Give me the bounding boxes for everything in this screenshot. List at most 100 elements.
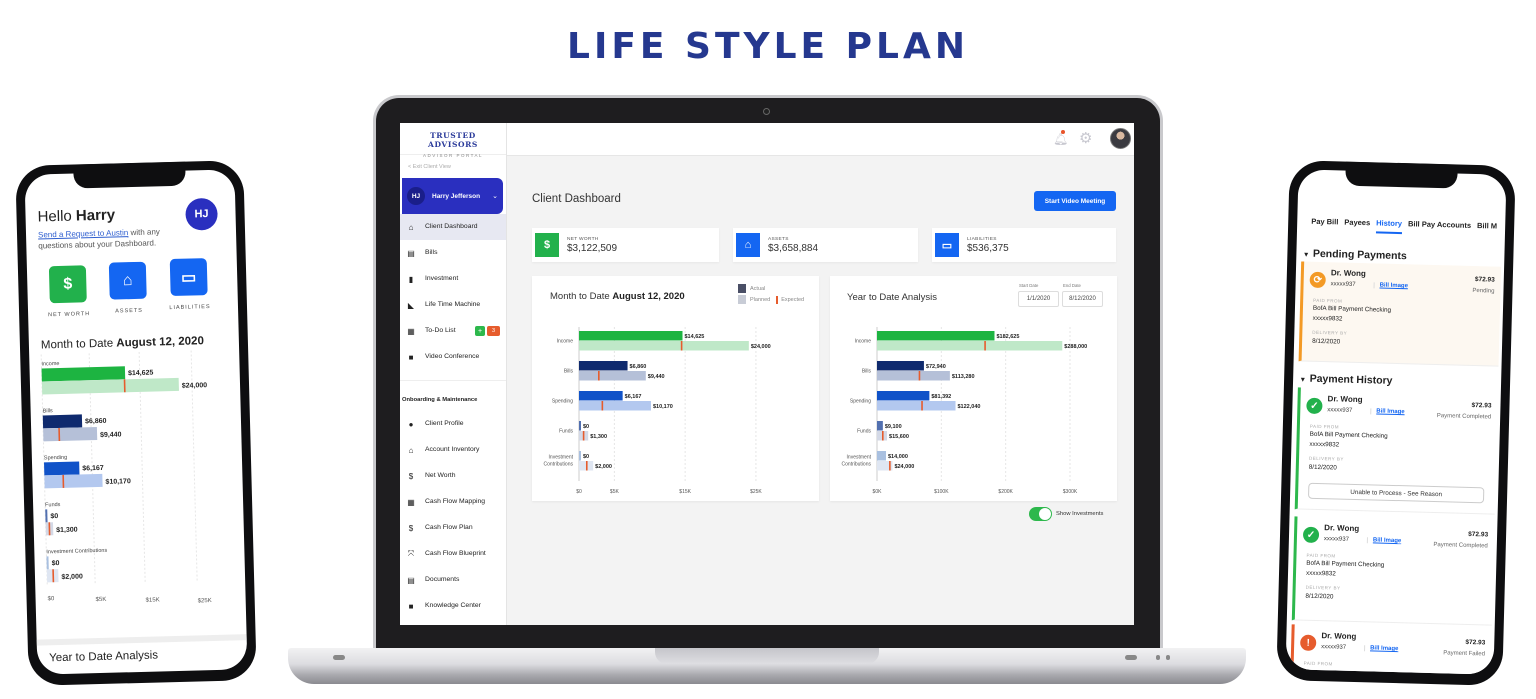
bar-planned[interactable]	[579, 341, 749, 351]
payment-card[interactable]: ! Dr. Wong xxxxx937 Bill Image $72.93 Payment…	[1290, 624, 1492, 675]
bar-planned[interactable]	[877, 341, 1063, 351]
sidebar-item-cash-flow-blueprint[interactable]: ⤧ Cash Flow Blueprint	[400, 541, 506, 567]
sidebar-item-cash-flow-mapping[interactable]: ▦ Cash Flow Mapping	[400, 489, 506, 515]
bar-planned[interactable]	[877, 371, 950, 381]
bill-image-link[interactable]: Bill Image	[1373, 282, 1409, 290]
data-label-planned: $24,000	[751, 344, 771, 350]
data-label-actual: $9,100	[885, 424, 902, 430]
bar-actual[interactable]	[579, 451, 581, 461]
tile-assets[interactable]: ⌂	[108, 261, 147, 300]
payment-card[interactable]: ✓ Dr. Wong xxxxx937 Bill Image $72.93 Payment…	[1294, 387, 1498, 515]
client-selector[interactable]: HJ Harry Jefferson ⌄	[402, 178, 503, 214]
sidebar-item-knowledge-center[interactable]: ■ Knowledge Center	[400, 593, 506, 619]
bill-image-link[interactable]: Bill Image	[1366, 537, 1402, 545]
sidebar-item-life-time-machine[interactable]: ◣ Life Time Machine	[400, 292, 506, 318]
home-icon: ⌂	[736, 233, 760, 257]
data-label-planned: $113,280	[952, 374, 975, 380]
bank-icon: ⌂	[408, 445, 414, 455]
sidebar-item-client-profile[interactable]: ● Client Profile	[400, 411, 506, 437]
bar-actual[interactable]	[45, 509, 48, 523]
client-name: Harry Jefferson	[432, 192, 481, 200]
gear-icon[interactable]: ⚙	[1079, 129, 1092, 147]
kpi-liabilities[interactable]: ▭ LIABILITIES $536,375	[932, 228, 1116, 262]
tab-bill-pay-accounts[interactable]: Bill Pay Accounts	[1408, 219, 1471, 230]
send-request-link[interactable]: Send a Request to Austin	[38, 228, 129, 239]
laptop-port	[1125, 655, 1137, 660]
page: LIFE STYLE PLAN TRUSTED ADVISORS ADVISOR…	[0, 0, 1536, 699]
payment-status: Payment Failed	[1443, 650, 1486, 658]
pending-icon: ⟳	[1309, 271, 1326, 289]
payment-history-header[interactable]: ▾ Payment History	[1301, 373, 1393, 387]
show-investments-label: Show Investments	[1056, 511, 1104, 517]
bar-actual[interactable]	[46, 556, 49, 570]
laptop-camera	[763, 108, 770, 115]
greeting: Hello Harry	[37, 206, 115, 225]
bar-actual[interactable]	[877, 391, 930, 401]
bar-actual[interactable]	[579, 421, 581, 431]
greeting-name: Harry	[75, 206, 116, 225]
mtd-title-prefix: Month to Date	[40, 337, 114, 352]
bill-image-link[interactable]: Bill Image	[1364, 645, 1399, 653]
sidebar-item-documents[interactable]: ▤ Documents	[400, 567, 506, 593]
bar-actual[interactable]	[579, 391, 623, 401]
left-phone: Hello Harry Send a Request to Austin wit…	[15, 160, 257, 686]
dollar-icon: $	[63, 275, 73, 293]
sidebar-item-account-inventory[interactable]: ⌂ Account Inventory	[400, 437, 506, 463]
user-avatar[interactable]	[1110, 128, 1131, 149]
bar-actual[interactable]	[877, 421, 883, 431]
money-flow-icon: $	[408, 523, 414, 533]
bar-actual[interactable]	[877, 451, 887, 461]
data-label-planned: $10,170	[653, 404, 673, 410]
bar-actual[interactable]	[42, 414, 83, 429]
client-avatar: HJ	[407, 187, 425, 205]
exit-client-view-link[interactable]: < Exit Client View	[400, 155, 506, 176]
marker-expected	[48, 522, 51, 536]
paid-from-label: PAID FROM	[1303, 660, 1333, 667]
kpi-assets[interactable]: ⌂ ASSETS $3,658,884	[733, 228, 918, 262]
sidebar-item-investment[interactable]: ▮ Investment	[400, 266, 506, 292]
sidebar-item-to-do-list[interactable]: ▦ To-Do List +3	[400, 318, 506, 344]
kpi-net-worth[interactable]: $ NET WORTH $3,122,509	[532, 228, 719, 262]
bar-actual[interactable]	[877, 331, 995, 341]
show-investments-toggle[interactable]	[1029, 507, 1052, 521]
user-avatar[interactable]: HJ	[185, 197, 218, 231]
bar-planned[interactable]	[877, 401, 956, 411]
payment-status: Payment Completed	[1436, 413, 1492, 421]
bar-planned[interactable]	[44, 473, 103, 489]
mtd-title-date: August 12, 2020	[116, 335, 205, 350]
bar-actual[interactable]	[579, 361, 628, 371]
sidebar-item-cash-flow-plan[interactable]: $ Cash Flow Plan	[400, 515, 506, 541]
bar-actual[interactable]	[41, 366, 126, 382]
tab-pay-bill[interactable]: Pay Bill	[1311, 217, 1338, 227]
laptop-indicator	[1156, 655, 1160, 660]
bar-actual[interactable]	[877, 361, 924, 371]
start-video-meeting-button[interactable]: Start Video Meeting	[1034, 191, 1116, 211]
pending-payments-header[interactable]: ▾ Pending Payments	[1304, 248, 1407, 262]
add-todo-button[interactable]: +	[475, 326, 485, 336]
tab-payees[interactable]: Payees	[1344, 218, 1370, 228]
sidebar-item-bills[interactable]: ▤ Bills	[400, 240, 506, 266]
unable-to-process-button[interactable]: Unable to Process - See Reason	[1307, 482, 1485, 504]
bar-planned[interactable]	[43, 427, 98, 442]
right-phone-screen: Pay Bill Payees History Bill Pay Accounts Bi…	[1285, 169, 1507, 675]
sidebar-item-net-worth[interactable]: $ Net Worth	[400, 463, 506, 489]
sidebar-item-video-conference[interactable]: ■ Video Conference	[400, 344, 506, 370]
payment-card[interactable]: ✓ Dr. Wong xxxxx937 Bill Image $72.93 Payment…	[1291, 516, 1495, 626]
sidebar-item-client-dashboard[interactable]: ⌂ Client Dashboard	[400, 214, 506, 240]
bar-actual[interactable]	[44, 461, 80, 476]
bill-image-link[interactable]: Bill Image	[1370, 408, 1405, 416]
bar-actual[interactable]	[579, 331, 683, 341]
payment-card[interactable]: ⟳ Dr. Wong xxxxx937 Bill Image $72.93 Pending…	[1298, 261, 1502, 367]
tab-history[interactable]: History	[1375, 218, 1403, 235]
tab-bill-m[interactable]: Bill M	[1477, 221, 1497, 231]
tile-net-worth[interactable]: $	[48, 265, 87, 304]
bar-planned[interactable]	[579, 401, 651, 411]
bar-planned[interactable]	[579, 371, 646, 381]
marker-expected	[598, 371, 600, 381]
kpi-text: ASSETS $3,658,884	[768, 237, 818, 254]
bell-icon[interactable]: 🔔︎	[1053, 132, 1068, 146]
category-label: Spending	[552, 399, 573, 405]
kpi-label: NET WORTH	[567, 236, 599, 242]
tile-liabilities[interactable]: ▭	[169, 258, 208, 297]
brand-logo[interactable]: TRUSTED ADVISORS ADVISOR PORTAL	[400, 123, 506, 158]
